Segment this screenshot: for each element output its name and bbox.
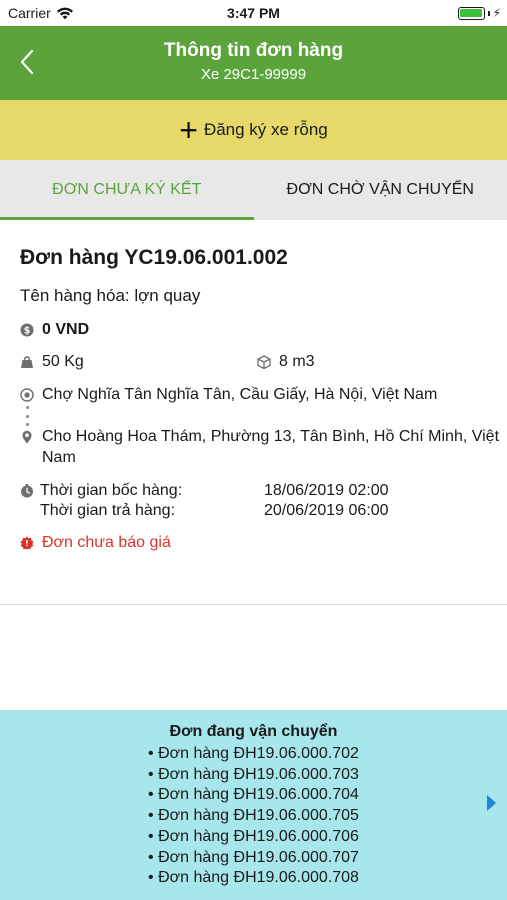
in-transit-list: Đơn hàng ĐH19.06.000.702 Đơn hàng ĐH19.0… (0, 744, 507, 889)
svg-text:!: ! (25, 539, 29, 548)
delivery-time-row: Thời gian trả hàng: 20/06/2019 06:00 (20, 501, 500, 521)
vehicle-plate: Xe 29C1-99999 (200, 66, 307, 83)
in-transit-item[interactable]: Đơn hàng ĐH19.06.000.707 (0, 848, 507, 869)
status-bar: Carrier 3:47 PM ⚡ (0, 0, 507, 26)
page-title: Thông tin đơn hàng (163, 40, 344, 61)
goods-name: Tên hàng hóa: lợn quay (20, 286, 201, 305)
alert-badge-icon: ! (20, 536, 34, 550)
clock-icon (21, 484, 33, 498)
route-dots (26, 406, 29, 426)
in-transit-orders-panel[interactable]: Đơn đang vận chuyển Đơn hàng ĐH19.06.000… (0, 710, 507, 900)
register-label: Đăng ký xe rỗng (203, 120, 328, 139)
delivery-time-value: 20/06/2019 06:00 (264, 502, 389, 519)
pickup-time-row: Thời gian bốc hàng: 18/06/2019 02:00 (20, 481, 500, 501)
charging-bolt-icon: ⚡ (492, 6, 501, 20)
pickup-address: Chợ Nghĩa Tân Nghĩa Tân, Cầu Giấy, Hà Nộ… (42, 386, 438, 403)
volume-row: 8 m3 (257, 353, 315, 371)
origin-pin-icon (20, 388, 34, 402)
price-row: $ 0 VND (20, 321, 89, 339)
pickup-address-row: Chợ Nghĩa Tân Nghĩa Tân, Cầu Giấy, Hà Nộ… (20, 386, 437, 404)
order-title: Đơn hàng YC19.06.001.002 (20, 246, 288, 269)
dropoff-address-row: Cho Hoàng Hoa Thám, Phường 13, Tân Bình,… (20, 426, 500, 468)
box-icon (257, 355, 271, 369)
quote-status-row: ! Đơn chưa báo giá (20, 534, 171, 552)
tab-awaiting-transport[interactable]: ĐƠN CHỜ VẬN CHUYỂN (254, 160, 507, 220)
next-arrow-icon[interactable] (485, 794, 497, 812)
in-transit-item[interactable]: Đơn hàng ĐH19.06.000.703 (0, 765, 507, 786)
destination-pin-icon (22, 430, 32, 444)
weight-row: 50 Kg (20, 353, 84, 371)
order-tabs: ĐƠN CHƯA KÝ KẾT ĐƠN CHỜ VẬN CHUYỂN (0, 160, 507, 220)
nav-bar: Thông tin đơn hàng Xe 29C1-99999 (0, 26, 507, 100)
pickup-time-label: Thời gian bốc hàng: (40, 482, 183, 499)
dropoff-address: Cho Hoàng Hoa Thám, Phường 13, Tân Bình,… (42, 428, 500, 466)
order-card[interactable]: Đơn hàng YC19.06.001.002 Tên hàng hóa: l… (0, 220, 507, 605)
pickup-time-value: 18/06/2019 02:00 (264, 482, 389, 499)
in-transit-item[interactable]: Đơn hàng ĐH19.06.000.704 (0, 785, 507, 806)
coin-icon: $ (20, 323, 34, 337)
plus-icon: + (179, 112, 198, 148)
in-transit-item[interactable]: Đơn hàng ĐH19.06.000.705 (0, 806, 507, 827)
in-transit-title: Đơn đang vận chuyển (169, 723, 338, 740)
delivery-time-label: Thời gian trả hàng: (40, 502, 176, 519)
in-transit-item[interactable]: Đơn hàng ĐH19.06.000.702 (0, 744, 507, 765)
quote-status-text: Đơn chưa báo giá (42, 534, 171, 551)
volume-value: 8 m3 (279, 353, 315, 370)
register-empty-vehicle-button[interactable]: + Đăng ký xe rỗng (0, 100, 507, 160)
weight-value: 50 Kg (42, 353, 84, 370)
battery-icon: ⚡ (457, 6, 501, 20)
schedule-block: Thời gian bốc hàng: 18/06/2019 02:00 Thờ… (20, 481, 500, 521)
price-value: 0 VND (42, 321, 90, 338)
in-transit-item[interactable]: Đơn hàng ĐH19.06.000.708 (0, 868, 507, 889)
tab-unsigned-orders[interactable]: ĐƠN CHƯA KÝ KẾT (0, 160, 254, 220)
svg-text:$: $ (24, 326, 31, 337)
weight-icon (21, 356, 33, 368)
status-time: 3:47 PM (227, 5, 280, 21)
in-transit-item[interactable]: Đơn hàng ĐH19.06.000.706 (0, 827, 507, 848)
